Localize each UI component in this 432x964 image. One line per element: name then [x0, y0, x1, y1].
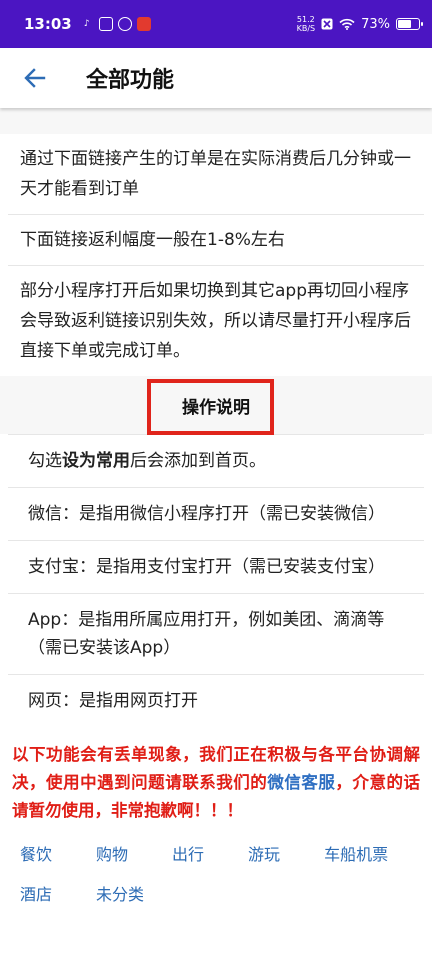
info-item: 通过下面链接产生的订单是在实际消费后几分钟或一天才能看到订单 — [8, 134, 424, 215]
instruction-item-app: App：是指用所属应用打开，例如美团、滴滴等（需已安装该App） — [8, 594, 424, 675]
app-notification-icon — [117, 17, 132, 31]
content: 通过下面链接产生的订单是在实际消费后几分钟或一天才能看到订单 下面链接返利幅度一… — [0, 108, 432, 915]
instruction-item-favorite: 勾选设为常用后会添加到首页。 — [8, 435, 424, 488]
section-header: 操作说明 — [0, 376, 432, 435]
category-hotel[interactable]: 酒店 — [8, 875, 64, 915]
instruction-item-web: 网页：是指用网页打开 — [28, 691, 198, 711]
instruction-item-alipay: 支付宝：是指用支付宝打开（需已安装支付宝） — [8, 541, 424, 594]
app-bar: 全部功能 — [0, 48, 432, 108]
page-title: 全部功能 — [86, 68, 175, 93]
status-time: 13:03 — [24, 15, 72, 33]
category-tickets[interactable]: 车船机票 — [312, 835, 400, 875]
battery-percent: 73% — [361, 16, 390, 32]
tiktok-icon: ♪ — [83, 19, 90, 29]
category-entertainment[interactable]: 游玩 — [236, 835, 292, 875]
back-button[interactable] — [18, 61, 52, 95]
arrow-left-icon — [24, 68, 46, 88]
wifi-icon — [339, 18, 355, 30]
wechat-service-link[interactable]: 微信客服 — [267, 773, 335, 792]
nfc-icon — [321, 18, 333, 30]
info-item: 下面链接返利幅度一般在1-8%左右 — [8, 215, 424, 266]
notification-icons: ♪ — [80, 17, 151, 31]
app-notification-icon — [98, 17, 113, 31]
app-notification-icon — [136, 17, 151, 31]
system-status: 51.2 KB/S 73% — [296, 15, 423, 33]
warning-notice: 以下功能会有丢单现象，我们正在积极与各平台协调解决，使用中遇到问题请联系我们的微… — [12, 745, 421, 820]
info-list: 通过下面链接产生的订单是在实际消费后几分钟或一天才能看到订单 下面链接返利幅度一… — [0, 134, 432, 376]
category-shopping[interactable]: 购物 — [84, 835, 140, 875]
instruction-item-wechat: 微信：是指用微信小程序打开（需已安装微信） — [8, 488, 424, 541]
info-item: 部分小程序打开后如果切换到其它app再切回小程序会导致返利链接识别失效，所以请尽… — [20, 281, 411, 361]
section-title: 操作说明 — [182, 397, 250, 418]
network-speed: 51.2 KB/S — [296, 15, 316, 33]
top-spacer — [0, 108, 432, 134]
instructions-list: 勾选设为常用后会添加到首页。 微信：是指用微信小程序打开（需已安装微信） 支付宝… — [8, 434, 424, 727]
category-uncategorized[interactable]: 未分类 — [84, 875, 156, 915]
status-bar: 13:03 ♪ 51.2 KB/S 73% — [0, 0, 432, 48]
battery-icon — [396, 18, 423, 30]
category-dining[interactable]: 餐饮 — [8, 835, 64, 875]
category-list: 餐饮 购物 出行 游玩 车船机票 酒店 未分类 — [0, 825, 432, 915]
category-travel[interactable]: 出行 — [160, 835, 216, 875]
